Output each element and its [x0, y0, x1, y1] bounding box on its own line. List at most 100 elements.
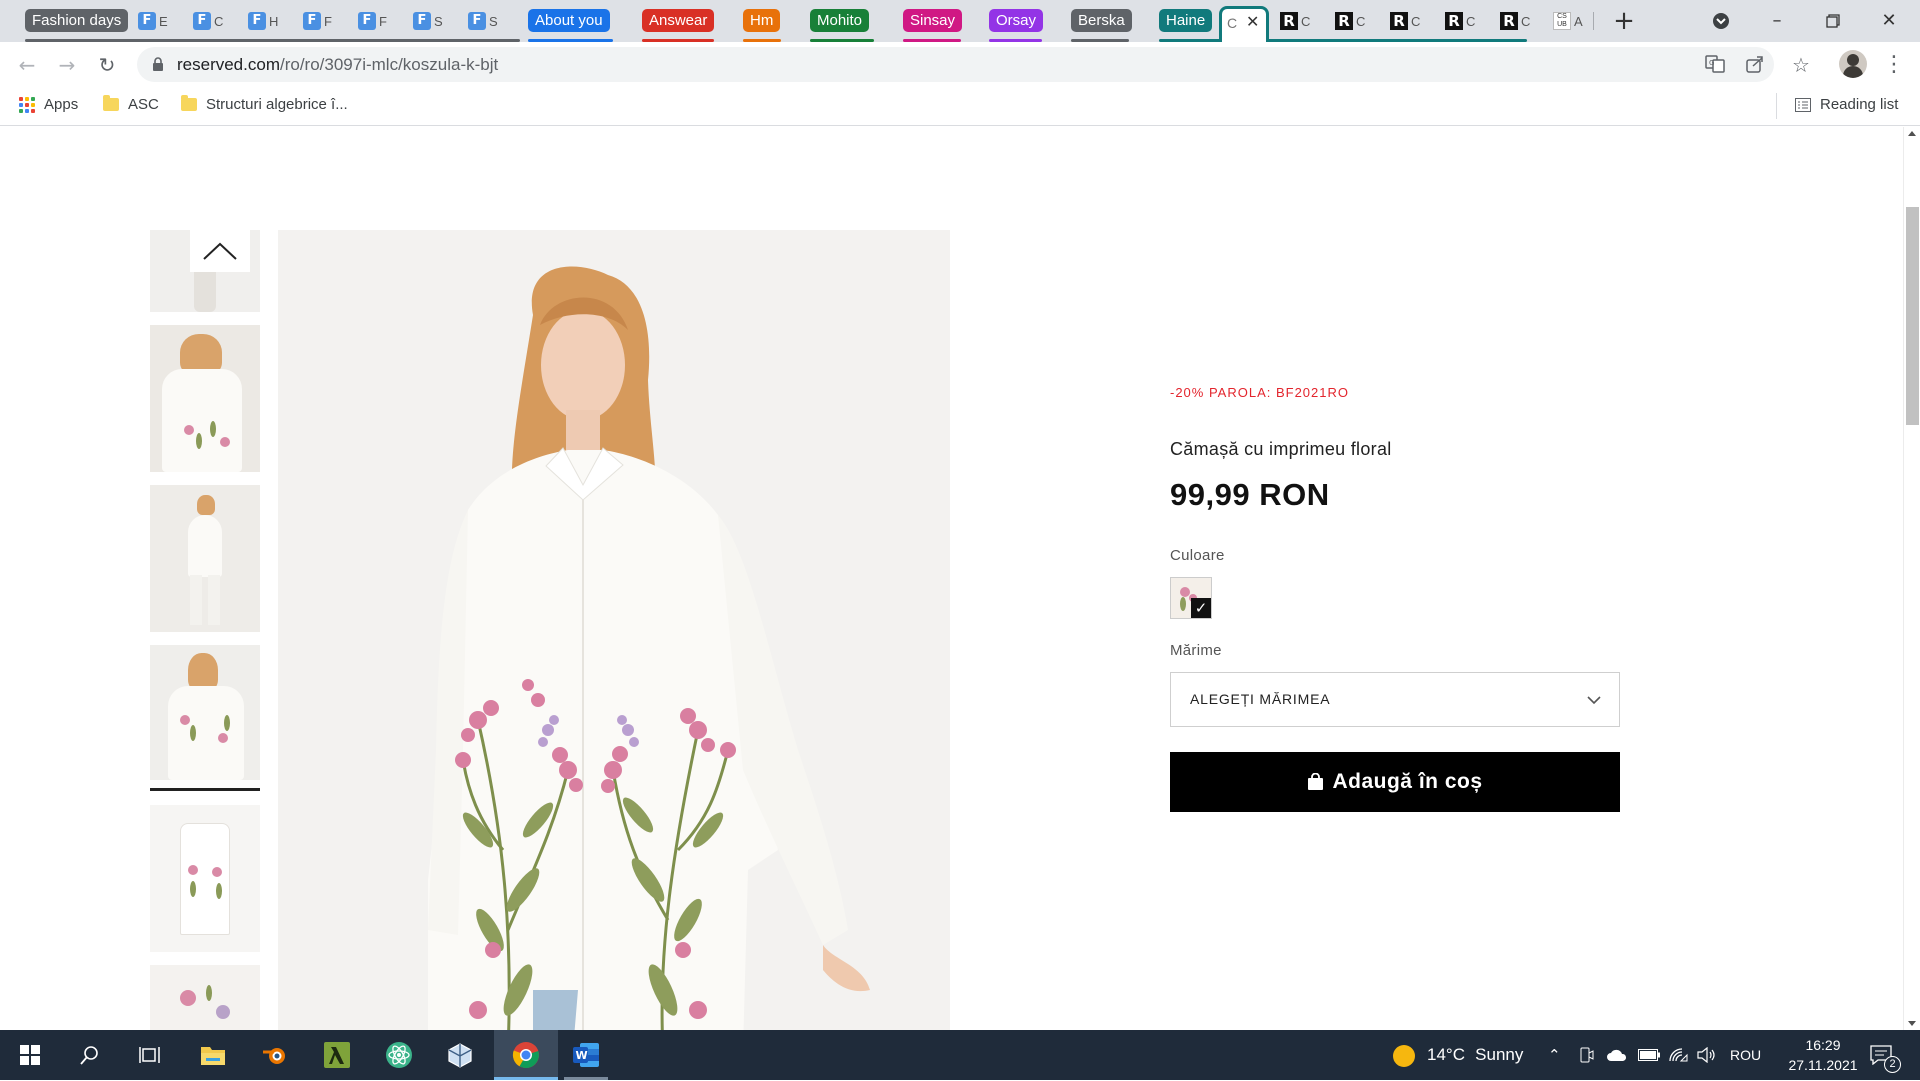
tab[interactable]: RC [1280, 9, 1310, 33]
product-price: 99,99 RON [1170, 477, 1330, 512]
lambda-app-icon[interactable] [307, 1030, 367, 1080]
share-icon[interactable] [1745, 54, 1767, 76]
battery-icon[interactable] [1638, 1030, 1660, 1080]
reading-list-button[interactable]: Reading list [1795, 96, 1898, 113]
bookmark-structuri-algebrice[interactable]: Structuri algebrice î... [181, 95, 348, 113]
translate-icon[interactable]: G [1705, 54, 1727, 76]
reload-icon[interactable]: ↻ [92, 50, 122, 80]
tab-title: C [1521, 13, 1531, 29]
folder-icon [181, 95, 197, 111]
bookmark-label: Apps [44, 96, 79, 113]
notifications-icon[interactable]: 2 [1870, 1030, 1901, 1080]
back-icon[interactable]: ← [12, 50, 42, 80]
restore-icon[interactable] [1810, 6, 1856, 36]
thumbnail-image[interactable] [150, 325, 260, 472]
tab-group-about-you[interactable]: About you [528, 9, 610, 32]
tab-title: C [1356, 13, 1366, 29]
tab[interactable]: FH [248, 9, 278, 33]
tab-title: C [214, 13, 224, 29]
promo-code-banner: -20% PAROLA: BF2021RO [1170, 385, 1349, 400]
file-explorer-icon[interactable] [183, 1030, 243, 1080]
thumbnail-image[interactable] [150, 645, 260, 780]
tab-group-haine[interactable]: Haine [1159, 9, 1213, 32]
new-tab-icon[interactable]: + [1601, 6, 1647, 36]
scrollbar-thumb[interactable] [1906, 207, 1919, 425]
reading-list-icon [1795, 97, 1811, 112]
tab[interactable]: FS [413, 9, 443, 33]
tab[interactable]: RC [1500, 9, 1530, 33]
thumbnail-image[interactable] [150, 965, 260, 1030]
close-tab-icon[interactable]: ✕ [1246, 12, 1259, 31]
thumbnails-scroll-up-button[interactable] [150, 230, 260, 275]
browser-toolbar: ← → ↻ reserved.com/ro/ro/3097i-mlc/koszu… [0, 42, 1920, 88]
reading-list-label: Reading list [1820, 96, 1899, 113]
tab-group-sinsay[interactable]: Sinsay [903, 9, 963, 32]
bookmark-asc[interactable]: ASC [103, 95, 159, 113]
svg-text:G: G [1709, 59, 1714, 67]
close-window-icon[interactable]: ✕ [1866, 6, 1912, 36]
add-to-cart-button[interactable]: Adaugă în coș [1170, 752, 1620, 812]
tab-group-hm[interactable]: Hm [743, 9, 781, 32]
color-swatch-floral[interactable]: ✓ [1170, 577, 1212, 619]
url-path: /ro/ro/3097i-mlc/koszula-k-bjt [279, 55, 499, 74]
wifi-icon[interactable] [1668, 1030, 1688, 1080]
fashion-days-favicon-icon: F [468, 12, 486, 30]
tab-group-berska[interactable]: Berska [1071, 9, 1132, 32]
tab-title: F [324, 13, 332, 29]
volume-icon[interactable] [1697, 1030, 1717, 1080]
thumbnail-image[interactable] [150, 805, 260, 952]
active-tab[interactable]: C ✕ [1219, 6, 1269, 42]
word-icon[interactable]: W [556, 1030, 616, 1080]
chrome-taskbar-icon[interactable] [494, 1030, 558, 1080]
weather-widget[interactable]: 14°C Sunny [1393, 1030, 1523, 1080]
tab[interactable]: FF [358, 9, 387, 33]
thumbnail-image[interactable] [150, 485, 260, 632]
tab-title: S [489, 13, 498, 29]
csub-favicon-icon: CS UB [1553, 12, 1571, 30]
address-bar[interactable]: reserved.com/ro/ro/3097i-mlc/koszula-k-b… [137, 47, 1774, 82]
bookmark-apps[interactable]: Apps [19, 96, 78, 113]
tab[interactable]: FC [193, 9, 223, 33]
blender-icon[interactable] [245, 1030, 305, 1080]
product-main-image[interactable] [278, 230, 950, 1030]
fashion-days-favicon-icon: F [138, 12, 156, 30]
tab[interactable]: FE [138, 9, 168, 33]
chrome-menu-icon[interactable]: ⋮ [1879, 50, 1909, 80]
task-view-icon[interactable] [120, 1030, 180, 1080]
scroll-up-arrow-icon[interactable] [1908, 131, 1916, 136]
tab-group-mohito[interactable]: Mohito [810, 9, 870, 32]
tab[interactable]: RC [1335, 9, 1365, 33]
folder-icon [103, 95, 119, 111]
page-scrollbar[interactable] [1903, 127, 1920, 1030]
clock[interactable]: 16:29 27.11.2021 [1775, 1030, 1871, 1080]
windows-start-icon[interactable] [0, 1030, 60, 1080]
tab-search-icon[interactable] [1698, 6, 1744, 36]
chevron-up-icon[interactable]: ⌃ [1548, 1030, 1561, 1080]
weather-temperature: 14°C [1427, 1045, 1465, 1064]
size-dropdown[interactable]: ALEGEȚI MĂRIMEA [1170, 672, 1620, 727]
meet-now-icon[interactable] [1580, 1030, 1594, 1080]
tab-group-fashion-days[interactable]: Fashion days [25, 9, 129, 32]
tab[interactable]: RC [1390, 9, 1420, 33]
input-language-indicator[interactable]: ROU [1730, 1030, 1761, 1080]
tab[interactable]: RC [1445, 9, 1475, 33]
scroll-down-arrow-icon[interactable] [1908, 1021, 1916, 1026]
tab-group-answear[interactable]: Answear [642, 9, 715, 32]
bookmark-label: Structuri algebrice î... [206, 96, 348, 113]
tab[interactable]: FS [468, 9, 498, 33]
minimize-icon[interactable]: – [1754, 6, 1800, 36]
chevron-down-icon [1587, 696, 1601, 705]
tab[interactable]: CS UB A [1553, 9, 1583, 33]
virtualbox-cube-icon[interactable] [430, 1030, 490, 1080]
atom-editor-icon[interactable] [369, 1030, 429, 1080]
tab[interactable]: FF [303, 9, 332, 33]
search-icon[interactable] [60, 1030, 120, 1080]
profile-avatar[interactable] [1839, 50, 1867, 78]
url-text: reserved.com/ro/ro/3097i-mlc/koszula-k-b… [177, 47, 498, 82]
tab-group-orsay[interactable]: Orsay [989, 9, 1044, 32]
onedrive-cloud-icon[interactable] [1606, 1030, 1628, 1080]
bookmark-star-icon[interactable]: ☆ [1786, 50, 1816, 80]
forward-icon[interactable]: → [52, 50, 82, 80]
color-label: Culoare [1170, 547, 1225, 564]
tab-title: E [159, 13, 168, 29]
